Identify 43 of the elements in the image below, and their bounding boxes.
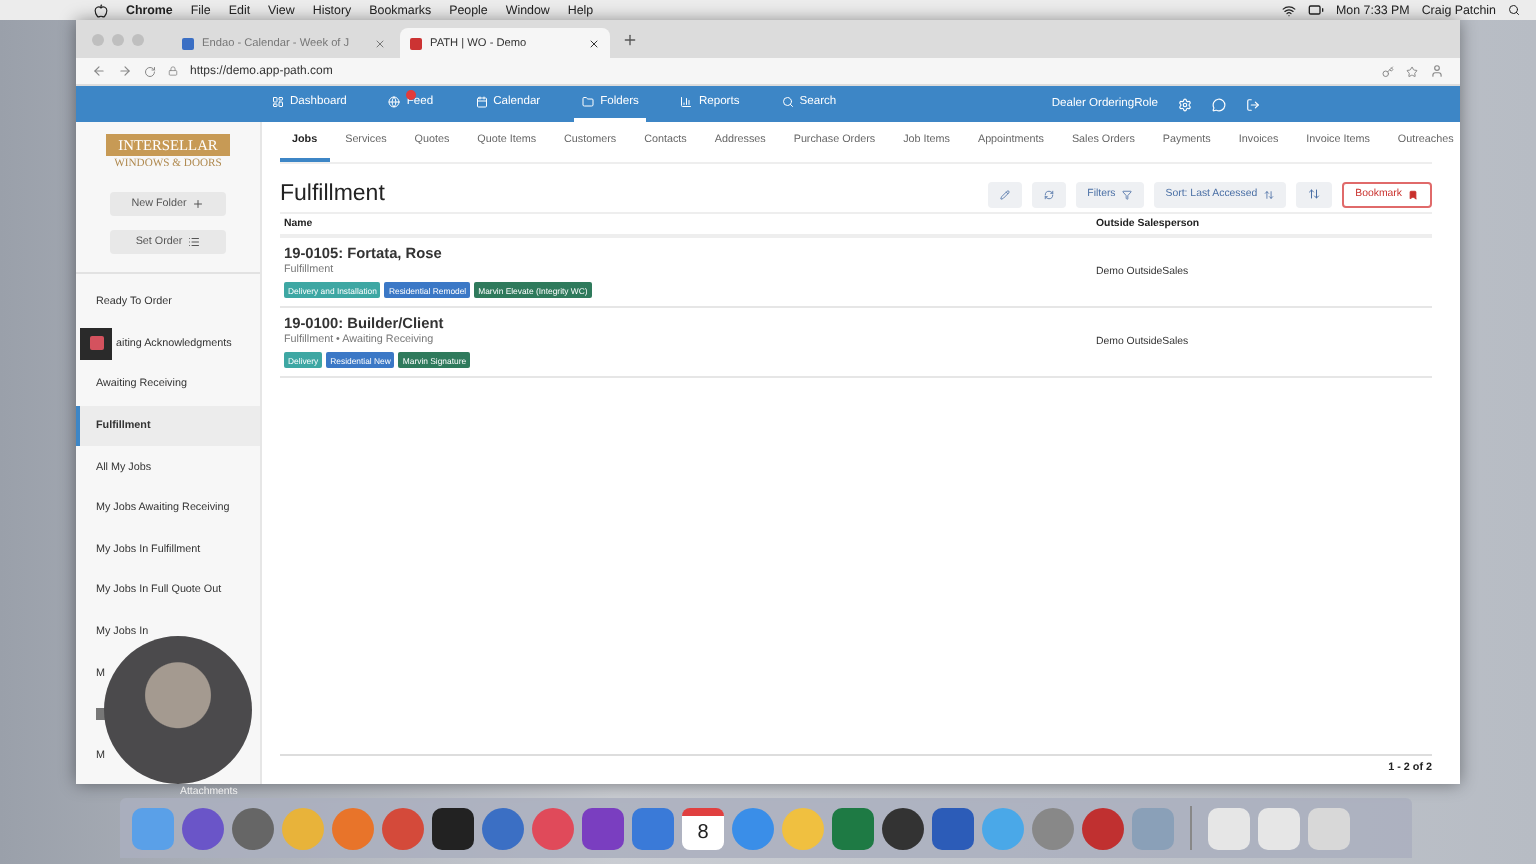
pencil-icon	[999, 189, 1010, 199]
calendar-icon	[475, 96, 488, 108]
back-icon[interactable]	[92, 64, 106, 78]
favicon-icon	[182, 37, 194, 49]
document-icon[interactable]	[1208, 807, 1250, 849]
profile-icon[interactable]	[1430, 64, 1444, 78]
lock-icon	[168, 66, 178, 76]
forward-icon[interactable]	[118, 64, 132, 78]
trash-icon[interactable]	[1308, 807, 1350, 849]
sort-icon	[1263, 189, 1274, 199]
app-icon[interactable]	[882, 807, 924, 849]
battery-icon[interactable]	[1308, 2, 1325, 18]
bookmark-icon	[1408, 189, 1418, 199]
edit-button[interactable]	[987, 181, 1022, 207]
search-icon[interactable]	[1508, 4, 1520, 16]
calendar-icon[interactable]: 8	[682, 807, 724, 849]
document-icon[interactable]	[1258, 807, 1300, 849]
apple-icon[interactable]	[94, 3, 108, 17]
wifi-icon[interactable]	[1282, 3, 1297, 17]
chat-icon[interactable]	[1212, 97, 1226, 111]
app-icon[interactable]	[432, 807, 474, 849]
app-widget-icon[interactable]	[80, 327, 112, 360]
dashboard-icon	[272, 96, 284, 108]
refresh-button[interactable]	[1031, 181, 1066, 207]
folder-icon	[582, 96, 595, 108]
favicon-icon	[410, 37, 422, 49]
list-icon	[188, 236, 201, 248]
logout-icon[interactable]	[1246, 97, 1260, 111]
search-icon	[781, 96, 794, 108]
bar-chart-icon	[680, 96, 693, 108]
settings-icon[interactable]	[1178, 97, 1192, 111]
star-icon[interactable]	[1406, 65, 1418, 77]
plus-icon	[192, 198, 205, 210]
new-tab-icon[interactable]	[622, 31, 638, 47]
refresh-icon	[1043, 189, 1054, 199]
reload-icon[interactable]	[144, 65, 156, 77]
page-title: Fulfillment	[280, 182, 387, 206]
close-icon[interactable]	[588, 37, 600, 49]
sort-order-button[interactable]	[1295, 181, 1332, 207]
key-icon[interactable]	[1382, 65, 1394, 77]
filter-icon	[1121, 189, 1132, 199]
sort-icon	[1307, 188, 1320, 200]
globe-icon	[388, 96, 401, 108]
